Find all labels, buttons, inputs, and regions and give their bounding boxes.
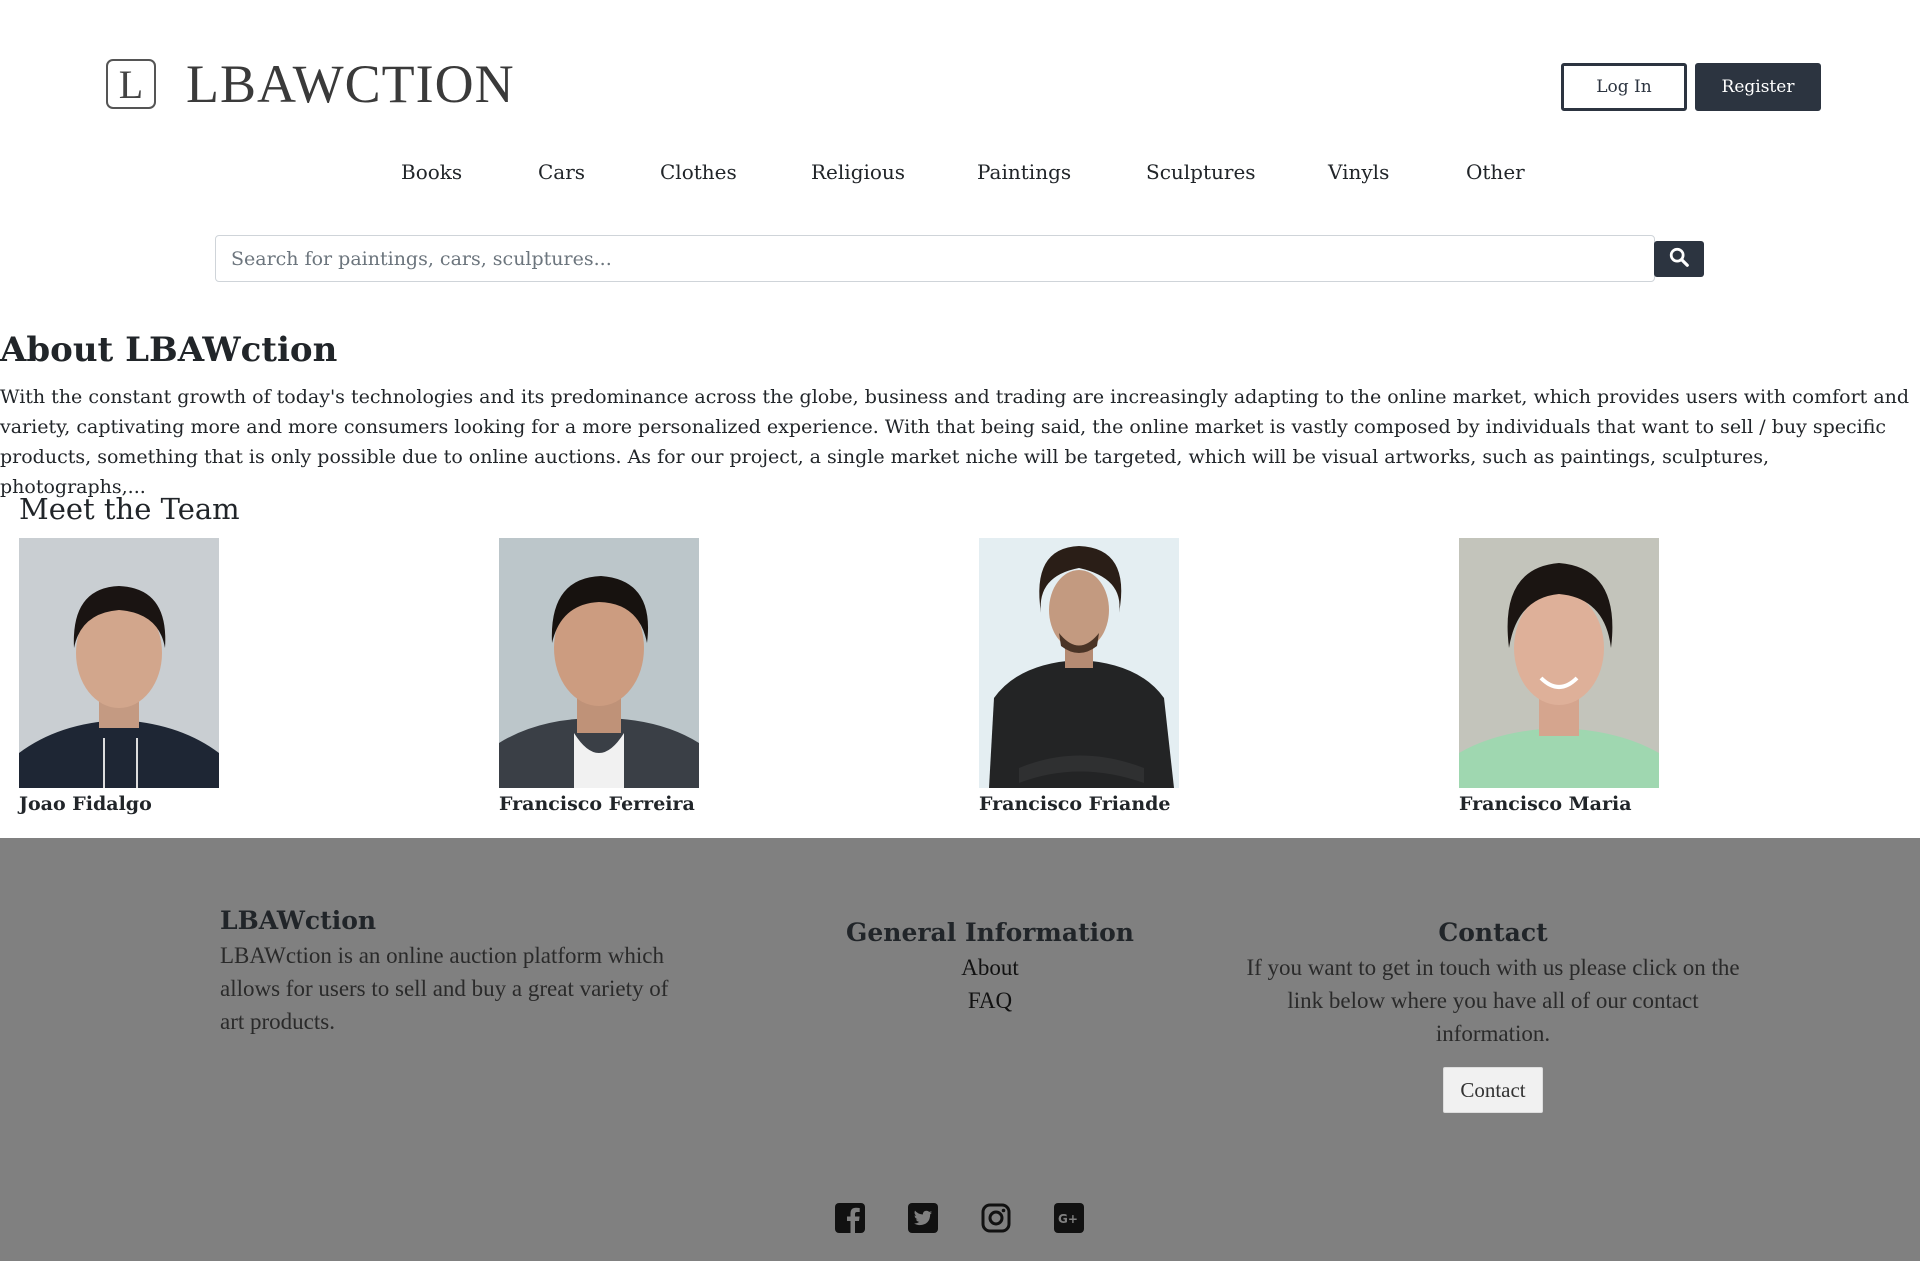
twitter-icon[interactable] — [908, 1203, 938, 1233]
instagram-icon[interactable] — [981, 1203, 1011, 1233]
team-member: Francisco Ferreira — [499, 538, 699, 815]
svg-text:G+: G+ — [1058, 1212, 1078, 1226]
member-photo — [979, 538, 1179, 788]
member-photo — [499, 538, 699, 788]
nav-item-cars[interactable]: Cars — [538, 160, 585, 184]
footer-link-about[interactable]: About — [820, 951, 1160, 984]
footer-contact: Contact If you want to get in touch with… — [1240, 918, 1746, 1113]
nav-item-other[interactable]: Other — [1466, 160, 1525, 184]
nav-item-vinyls[interactable]: Vinyls — [1328, 160, 1389, 184]
category-nav: Books Cars Clothes Religious Paintings S… — [0, 160, 1920, 190]
member-photo — [19, 538, 219, 788]
login-button[interactable]: Log In — [1561, 63, 1687, 111]
facebook-icon[interactable] — [835, 1203, 865, 1233]
contact-button[interactable]: Contact — [1443, 1067, 1543, 1113]
logo-mark: L — [106, 59, 156, 109]
team-member: Francisco Friande — [979, 538, 1179, 815]
nav-item-sculptures[interactable]: Sculptures — [1146, 160, 1256, 184]
footer-general-info: General Information About FAQ — [820, 918, 1160, 1017]
team-title: Meet the Team — [19, 492, 240, 526]
auth-buttons: Log In Register — [1561, 63, 1821, 111]
footer-contact-title: Contact — [1438, 918, 1548, 947]
nav-item-books[interactable]: Books — [401, 160, 462, 184]
site-logo[interactable]: L LBAWCTION — [106, 54, 515, 114]
register-button[interactable]: Register — [1695, 63, 1821, 111]
social-links: G+ — [835, 1203, 1084, 1233]
member-photo — [1459, 538, 1659, 788]
nav-item-clothes[interactable]: Clothes — [660, 160, 737, 184]
footer-brand-text: LBAWction is an online auction platform … — [220, 943, 669, 1034]
google-plus-icon[interactable]: G+ — [1054, 1203, 1084, 1233]
footer-contact-text: If you want to get in touch with us plea… — [1246, 955, 1740, 1046]
footer-brand: LBAWction LBAWction is an online auction… — [220, 906, 690, 1038]
site-footer: LBAWction LBAWction is an online auction… — [0, 838, 1920, 1261]
member-name: Francisco Ferreira — [499, 793, 695, 815]
search-button[interactable] — [1654, 241, 1704, 277]
about-text: With the constant growth of today's tech… — [0, 386, 1910, 498]
member-name: Francisco Maria — [1459, 793, 1632, 815]
team-member: Francisco Maria — [1459, 538, 1659, 815]
search-input[interactable] — [215, 235, 1655, 282]
member-name: Francisco Friande — [979, 793, 1171, 815]
team-member: Joao Fidalgo — [19, 538, 219, 815]
about-title: About LBAWction — [0, 330, 338, 370]
footer-info-title: General Information — [846, 918, 1134, 947]
member-name: Joao Fidalgo — [19, 793, 152, 815]
logo-text: LBAWCTION — [186, 54, 515, 114]
search-icon — [1668, 246, 1690, 272]
footer-brand-title: LBAWction — [220, 906, 377, 935]
site-header: L LBAWCTION Log In Register Books Cars C… — [0, 0, 1920, 300]
footer-link-faq[interactable]: FAQ — [820, 984, 1160, 1017]
nav-item-paintings[interactable]: Paintings — [977, 160, 1071, 184]
nav-item-religious[interactable]: Religious — [811, 160, 905, 184]
